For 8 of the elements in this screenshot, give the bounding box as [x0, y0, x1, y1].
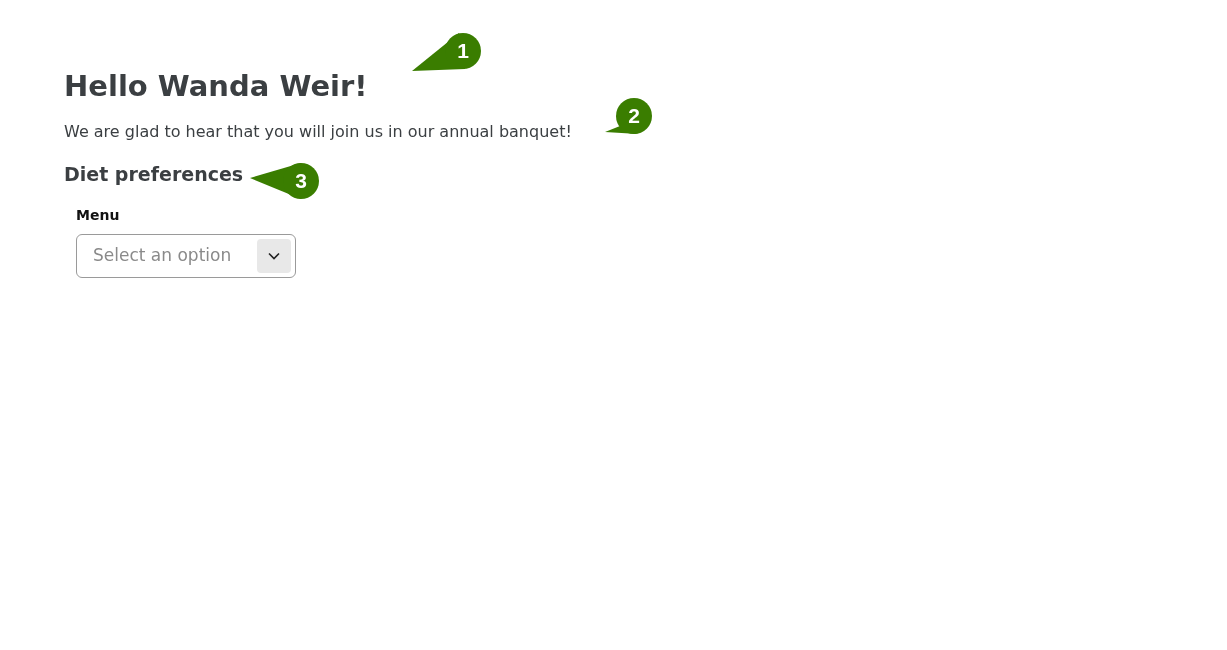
menu-select[interactable]: Select an option: [76, 233, 296, 278]
select-placeholder: Select an option: [93, 244, 232, 267]
chevron-down-icon: [268, 251, 280, 260]
page-heading: Hello Wanda Weir!: [64, 68, 368, 105]
intro-text: We are glad to hear that you will join us in our annual banquet!: [64, 121, 572, 144]
field-label: Menu: [76, 205, 120, 225]
dropdown-button[interactable]: [257, 238, 291, 273]
section-title: Diet preferences: [64, 162, 244, 188]
